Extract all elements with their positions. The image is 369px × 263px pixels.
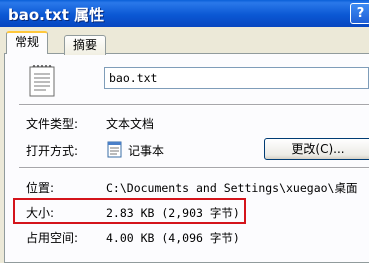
change-button[interactable]: 更改(C)... — [264, 138, 369, 160]
size-label: 大小: — [26, 206, 55, 220]
file-type-value: 文本文档 — [106, 117, 155, 131]
location-value: C:\Documents and Settings\xuegao\桌面 — [106, 181, 358, 195]
size-value: 2.83 KB (2,903 字节) — [106, 206, 240, 220]
title-bar[interactable]: bao.txt 属性 ? — [0, 0, 369, 27]
opens-with-value: 记事本 — [128, 144, 165, 158]
size-on-disk-label: 占用空间: — [26, 231, 79, 245]
separator — [19, 104, 369, 106]
file-type-label: 文件类型: — [26, 117, 79, 131]
tab-summary[interactable]: 摘要 — [64, 35, 107, 55]
text-file-icon — [29, 65, 55, 97]
separator — [19, 167, 369, 169]
tab-general[interactable]: 常规 — [6, 31, 49, 54]
location-label: 位置: — [26, 181, 55, 195]
window-title: bao.txt 属性 — [8, 6, 105, 24]
help-button[interactable]: ? — [350, 3, 369, 24]
opens-with-label: 打开方式: — [26, 144, 79, 158]
notepad-icon — [107, 141, 122, 158]
file-name-input[interactable]: bao.txt — [104, 67, 369, 89]
size-on-disk-value: 4.00 KB (4,096 字节) — [106, 231, 240, 245]
